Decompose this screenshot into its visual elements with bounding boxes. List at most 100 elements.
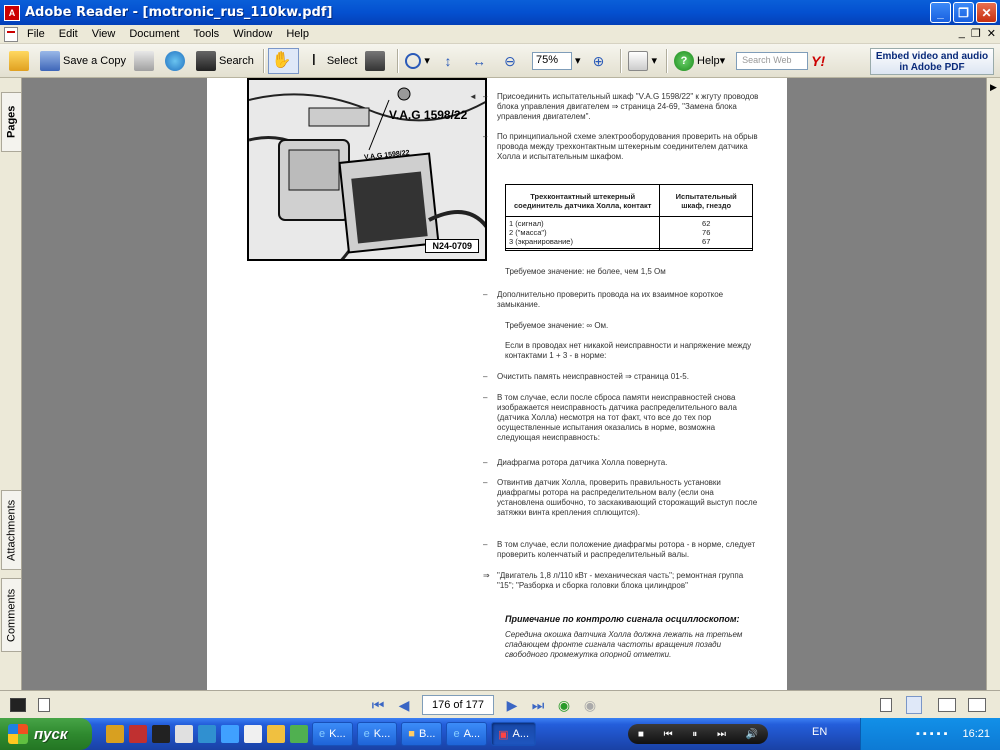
single-page-layout-icon[interactable] [880,698,892,712]
quicklaunch-icon[interactable] [267,725,285,743]
doc-close-button[interactable]: ✕ [987,27,996,40]
email-icon [164,50,185,71]
quicklaunch-icon[interactable] [198,725,216,743]
paragraph: ◄ – Присоединить испытательный шкаф "V.A.G… [469,92,759,121]
doc-minimize-button[interactable]: _ [959,27,965,40]
start-button[interactable]: пуск [0,718,92,750]
right-scroll-strip[interactable]: ▶ [986,78,1000,690]
quicklaunch-icon[interactable] [221,725,239,743]
toolbar: Save a Copy Search ✋ I Select ▾ ↕ ↔ ⊖ 75%… [0,44,1000,78]
title-bar: A Adobe Reader - [motronic_rus_110kw.pdf… [0,0,1000,25]
continuous-facing-layout-icon[interactable] [968,698,986,712]
document-properties-icon[interactable] [38,697,50,712]
embed-video-banner[interactable]: Embed video and audio in Adobe PDF [870,48,994,75]
doc-restore-button[interactable]: ❐ [971,27,981,40]
diagram-figure: V.A.G 1598/22 V.A.G 1598/22 N24-0709 [247,78,487,261]
quicklaunch-icon[interactable] [175,725,193,743]
menu-document[interactable]: Document [122,28,186,40]
stop-icon[interactable]: ■ [638,729,644,740]
hand-icon: ✋ [271,51,292,69]
zoom-in-button[interactable]: ⊕ [585,48,614,74]
minimize-button[interactable]: _ [930,2,951,23]
system-tray: ▪▪▪▪▪ 16:21 [860,718,1000,750]
quicklaunch-icon[interactable] [106,725,124,743]
facing-layout-icon[interactable] [938,698,956,712]
zoom-out-button[interactable]: ⊖ [497,48,526,74]
zoom-dropdown-button[interactable]: ▾ [572,48,584,74]
previous-track-icon[interactable]: ⏮ [664,729,673,740]
help-button[interactable]: ? Help ▾ [671,48,728,74]
zoom-in-tool-button[interactable]: ▾ [402,48,433,74]
menu-tools[interactable]: Tools [187,28,227,40]
page-number-input[interactable]: 176 of 177 [422,695,494,715]
required-value: Требуемое значение: не более, чем 1,5 Ом [505,267,666,276]
forward-view-button[interactable]: ◉ [582,697,598,714]
document-area[interactable]: V.A.G 1598/22 V.A.G 1598/22 N24-0709 ◄ – П… [22,78,986,690]
fit-height-icon: ↕ [444,52,452,69]
paragraph: – Дополнительно проверить провода на их в… [483,290,724,309]
print-button[interactable] [131,48,160,74]
menu-view[interactable]: View [85,28,123,40]
last-page-button[interactable]: ⏭ [530,697,546,714]
fit-width-button[interactable]: ↔ [466,48,495,74]
quicklaunch-icon[interactable] [290,725,308,743]
next-page-button[interactable]: ▶ [504,697,520,714]
figure-id: N24-0709 [425,239,479,253]
volume-icon[interactable]: 🔊 [746,729,758,740]
page-navigation: ⏮ ◀ 176 of 177 ▶ ⏭ ◉ ◉ [370,695,598,715]
previous-page-button[interactable]: ◀ [396,697,412,714]
continuous-layout-icon[interactable] [906,696,922,714]
screen-icon[interactable] [10,697,26,712]
next-track-icon[interactable]: ⏭ [717,729,726,740]
spec-table: Трехконтактный штекерный соединитель дат… [504,184,753,251]
yahoo-button[interactable]: Y! [808,48,828,74]
zoom-level-input[interactable]: 75% [531,51,572,70]
tray-icons[interactable]: ▪▪▪▪▪ [916,728,951,740]
rotate-button[interactable]: ▾ [625,48,660,74]
tab-comments[interactable]: Comments [1,578,21,652]
clock[interactable]: 16:21 [962,728,990,740]
back-view-button[interactable]: ◉ [556,697,572,714]
close-button[interactable]: ✕ [976,2,997,23]
adobe-reader-icon[interactable]: A [4,4,20,21]
paragraph: ⇒ "Двигатель 1,8 л/110 кВт - механическая… [483,571,744,590]
expand-right-icon[interactable]: ▶ [990,82,997,93]
fit-height-button[interactable]: ↕ [435,48,464,74]
first-page-button[interactable]: ⏮ [370,697,386,714]
tab-pages[interactable]: Pages [1,92,21,152]
taskbar-item[interactable]: e K... [312,722,353,746]
search-button[interactable]: Search [193,48,257,74]
search-web-input[interactable]: Search Web [736,51,809,70]
fit-width-icon: ↔ [471,52,486,69]
email-button[interactable] [162,48,191,74]
hand-tool-button[interactable]: ✋ [267,47,299,74]
taskbar-item[interactable]: e K... [356,722,398,746]
chevron-down-icon: ▾ [719,55,726,67]
save-copy-button[interactable]: Save a Copy [37,48,129,74]
snapshot-button[interactable] [362,48,391,74]
quicklaunch-icon[interactable] [152,725,170,743]
open-button[interactable] [6,48,35,74]
menu-help[interactable]: Help [279,28,316,40]
camera-icon [365,50,386,71]
document-icon[interactable] [4,26,18,42]
adobe-reader-icon: ▣ [498,728,509,741]
taskbar-item[interactable]: ■ B... [401,722,443,746]
quicklaunch-icon[interactable] [129,725,147,743]
menu-file[interactable]: File [20,28,52,40]
taskbar-item[interactable]: e A... [446,722,488,746]
pause-icon[interactable]: ⏸ [692,729,697,740]
select-tool-button[interactable]: I Select [301,48,361,74]
tab-attachments[interactable]: Attachments [1,490,21,570]
media-player-bar: ■ ⏮ ⏸ ⏭ 🔊 [628,724,768,744]
ie-icon: e [363,728,370,740]
menu-edit[interactable]: Edit [52,28,85,40]
menu-window[interactable]: Window [226,28,279,40]
language-indicator[interactable]: EN [812,726,827,738]
magnifier-icon [405,52,422,69]
chevron-down-icon: ▾ [424,55,430,67]
quicklaunch-icon[interactable] [244,725,262,743]
taskbar-item-active[interactable]: ▣ A... [491,722,537,746]
maximize-button[interactable]: ❐ [953,2,974,23]
status-bar: ⏮ ◀ 176 of 177 ▶ ⏭ ◉ ◉ [0,690,1000,718]
